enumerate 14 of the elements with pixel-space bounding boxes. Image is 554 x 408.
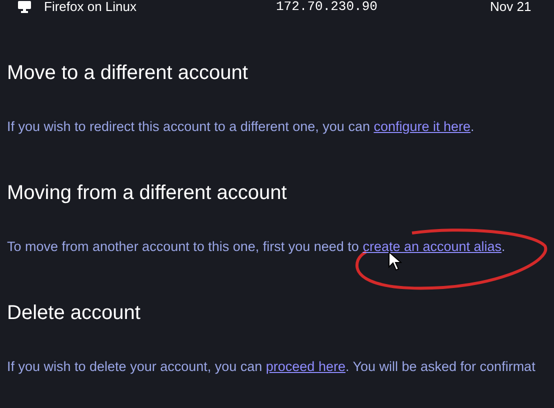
section-description: To move from another account to this one, first you need to create an account alias. bbox=[7, 238, 506, 256]
section-heading: Moving from a different account bbox=[7, 181, 287, 205]
text-link[interactable]: proceed here bbox=[266, 359, 346, 374]
monitor-icon bbox=[18, 1, 31, 13]
section-heading: Move to a different account bbox=[7, 61, 248, 85]
section-description: If you wish to redirect this account to a different one, you can configure it here. bbox=[7, 118, 474, 136]
section-description: If you wish to delete your account, you can proceed here. You will be asked for confirmat bbox=[7, 358, 536, 376]
ip-address: 172.70.230.90 bbox=[276, 0, 378, 14]
device-name: Firefox on Linux bbox=[43, 0, 138, 14]
text-link[interactable]: configure it here bbox=[374, 119, 471, 134]
cursor-icon bbox=[388, 251, 402, 271]
session-date: Nov 21 bbox=[490, 0, 532, 14]
section-heading: Delete account bbox=[7, 301, 140, 325]
text-link[interactable]: create an account alias bbox=[362, 239, 502, 254]
